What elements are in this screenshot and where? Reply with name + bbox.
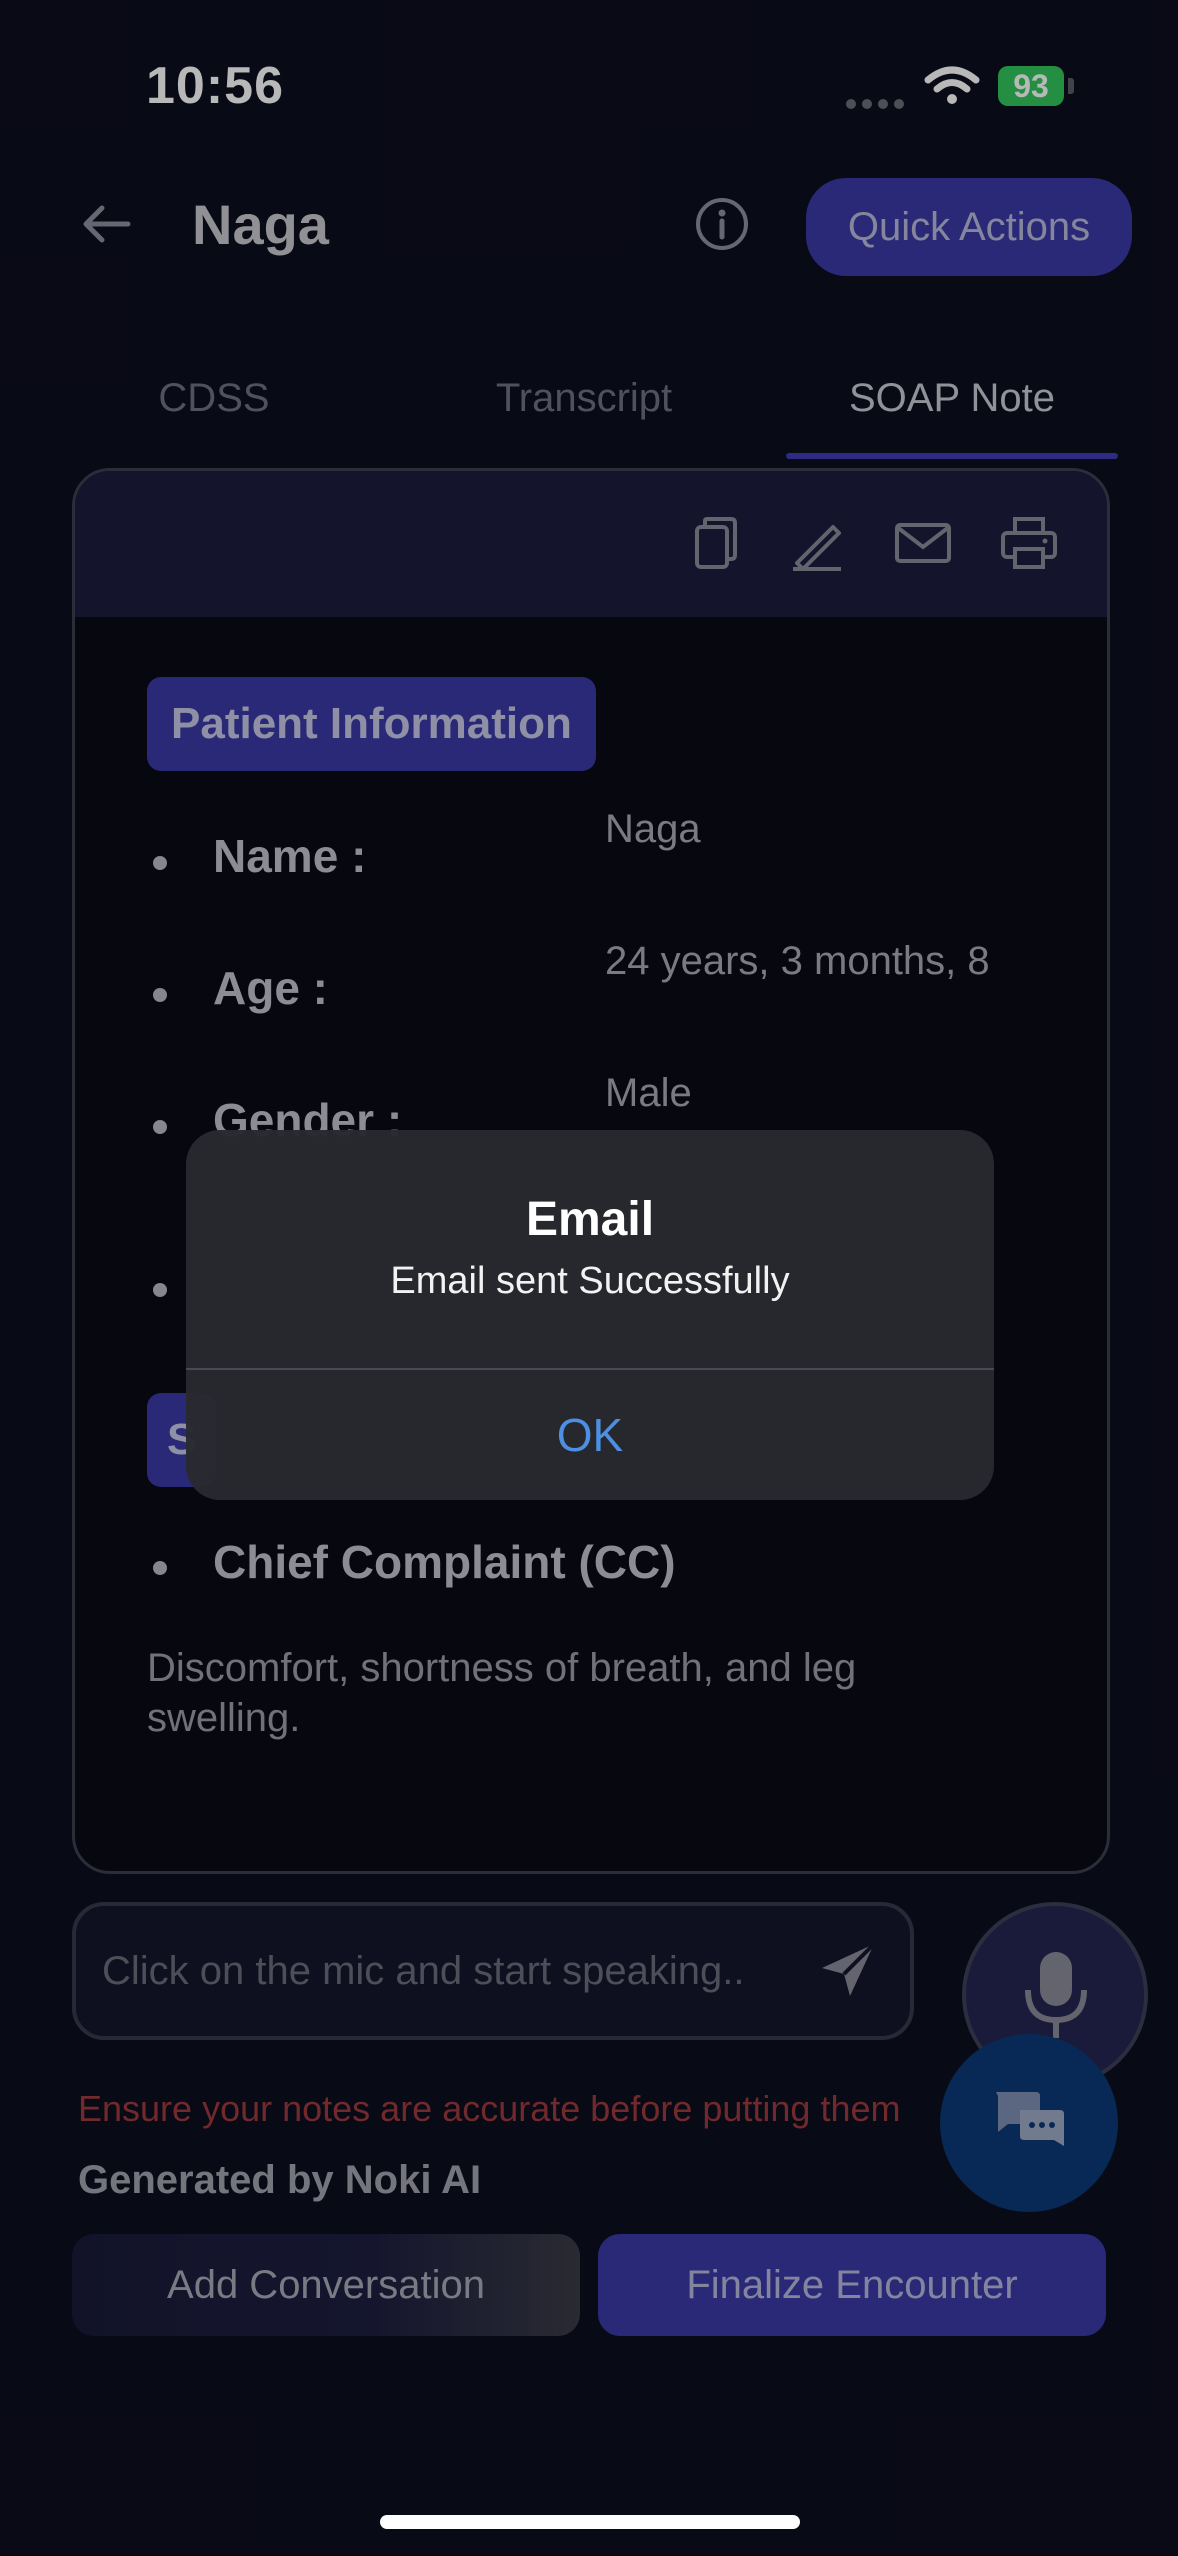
alert-title: Email [525,1193,655,1246]
home-indicator[interactable] [380,2515,800,2529]
alert-ok-button[interactable]: OK [186,1370,994,1500]
alert-message: Email sent Successfully [390,1260,790,1302]
email-alert-dialog: Email Email sent Successfully OK [186,1130,994,1500]
